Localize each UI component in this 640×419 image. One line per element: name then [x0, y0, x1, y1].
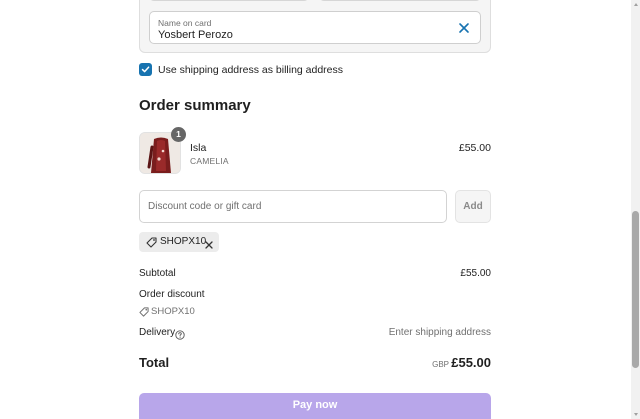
- security-code-field[interactable]: [319, 0, 481, 1]
- total-value: £55.00: [451, 355, 491, 370]
- name-on-card-field[interactable]: Name on card Yosbert Perozo: [149, 11, 481, 44]
- pay-now-button[interactable]: Pay now: [139, 393, 491, 419]
- subtotal-label: Subtotal: [139, 268, 176, 279]
- delivery-label: Delivery: [139, 327, 176, 338]
- apply-discount-button[interactable]: Add: [455, 190, 491, 223]
- applied-discount-chip: SHOPX10: [139, 232, 219, 252]
- applied-discount-code: SHOPX10: [160, 236, 207, 247]
- order-summary-title: Order summary: [139, 97, 251, 114]
- name-on-card-label: Name on card: [158, 18, 212, 28]
- subtotal-value: £55.00: [460, 268, 491, 279]
- close-icon[interactable]: [457, 21, 471, 35]
- product-name: Isla: [190, 142, 207, 154]
- quantity-badge: 1: [171, 127, 186, 142]
- help-icon[interactable]: [175, 327, 185, 345]
- remove-discount-icon[interactable]: [204, 237, 214, 249]
- discount-code-input[interactable]: [139, 190, 447, 223]
- scroll-down-arrow-icon[interactable]: [634, 413, 638, 416]
- product-variant: CAMELIA: [190, 156, 229, 166]
- total-currency: GBP: [432, 360, 449, 369]
- total-label: Total: [139, 355, 170, 370]
- scroll-up-arrow-icon[interactable]: [634, 3, 638, 6]
- delivery-value: Enter shipping address: [388, 327, 491, 338]
- expiry-field[interactable]: [149, 0, 309, 1]
- scrollbar-thumb[interactable]: [632, 211, 639, 368]
- tag-icon: [139, 307, 149, 317]
- billing-same-checkbox[interactable]: [139, 63, 152, 76]
- scrollbar[interactable]: [631, 0, 640, 419]
- name-on-card-value[interactable]: Yosbert Perozo: [158, 29, 233, 41]
- checkmark-icon: [141, 66, 150, 73]
- tag-icon: [146, 237, 157, 248]
- order-discount-label: Order discount: [139, 289, 205, 300]
- billing-same-label[interactable]: Use shipping address as billing address: [158, 64, 343, 76]
- order-discount-code-text: SHOPX10: [151, 306, 195, 317]
- product-price: £55.00: [458, 142, 491, 154]
